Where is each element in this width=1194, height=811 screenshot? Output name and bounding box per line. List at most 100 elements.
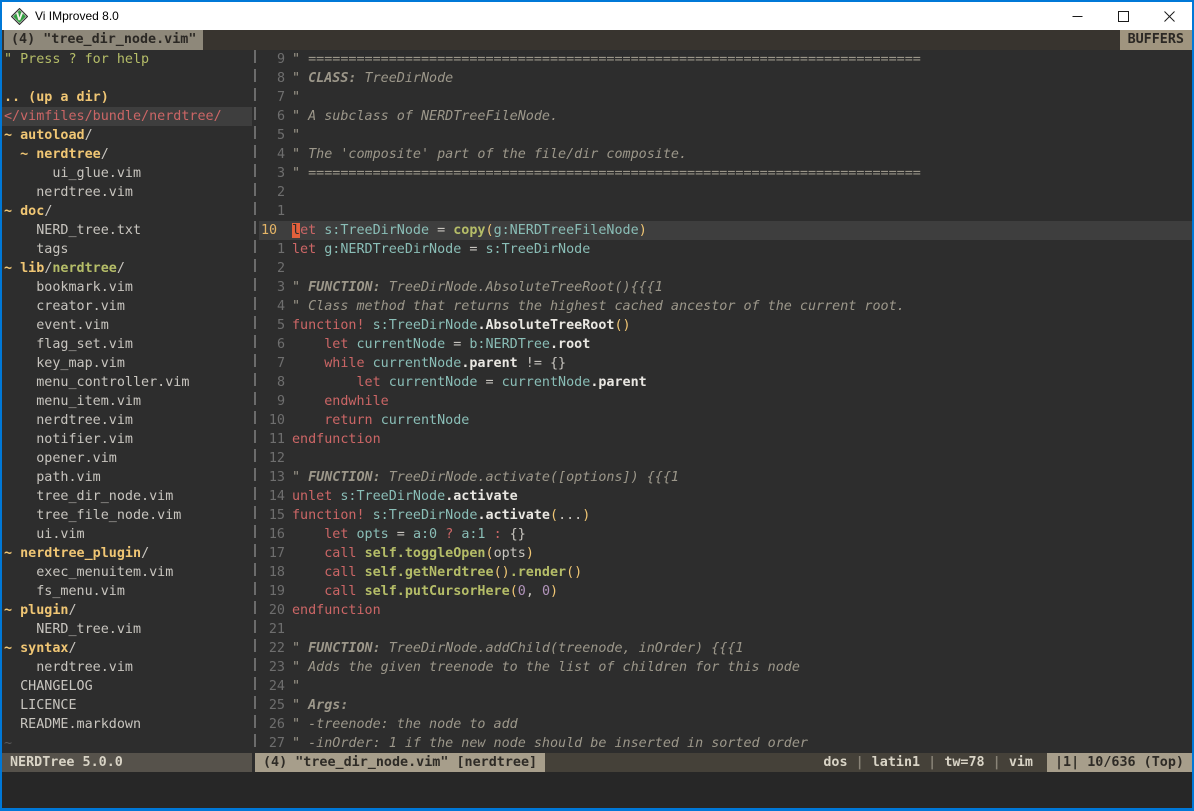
code-line[interactable]: 21: [259, 620, 1192, 639]
tree-item[interactable]: .. (up a dir): [2, 88, 252, 107]
tab-active-file[interactable]: (4) "tree_dir_node.vim": [4, 30, 203, 50]
tree-item[interactable]: LICENCE: [2, 696, 252, 715]
tree-root-item[interactable]: </vimfiles/bundle/nerdtree/: [2, 107, 252, 126]
code-line[interactable]: 2: [259, 183, 1192, 202]
code-line[interactable]: 5": [259, 126, 1192, 145]
code-line[interactable]: 10 return currentNode: [259, 411, 1192, 430]
text-segment-teal: currentNode: [381, 413, 470, 428]
code-line[interactable]: 9" =====================================…: [259, 50, 1192, 69]
window-separator[interactable]: [252, 50, 259, 753]
tree-item[interactable]: ~ syntax/: [2, 639, 252, 658]
tree-item[interactable]: event.vim: [2, 316, 252, 335]
tree-item[interactable]: tree_file_node.vim: [2, 506, 252, 525]
code-line[interactable]: 25" Args:: [259, 696, 1192, 715]
tree-item[interactable]: bookmark.vim: [2, 278, 252, 297]
code-line[interactable]: 4" The 'composite' part of the file/dir …: [259, 145, 1192, 164]
tree-item[interactable]: ~ nerdtree/: [2, 145, 252, 164]
tree-item[interactable]: fs_menu.vim: [2, 582, 252, 601]
code-line[interactable]: 6" A subclass of NERDTreeFileNode.: [259, 107, 1192, 126]
editor-pane[interactable]: 9" =====================================…: [259, 50, 1192, 753]
tree-item[interactable]: ~ doc/: [2, 202, 252, 221]
code-line[interactable]: 18 call self.getNerdtree().render(): [259, 563, 1192, 582]
code-line[interactable]: 6 let currentNode = b:NERDTree.root: [259, 335, 1192, 354]
code-line[interactable]: 3" =====================================…: [259, 164, 1192, 183]
maximize-button[interactable]: [1100, 2, 1146, 30]
line-number: 5: [259, 316, 285, 335]
tree-item[interactable]: tree_dir_node.vim: [2, 487, 252, 506]
code-line[interactable]: 13" FUNCTION: TreeDirNode.activate([opti…: [259, 468, 1192, 487]
code-line[interactable]: 14unlet s:TreeDirNode.activate: [259, 487, 1192, 506]
minimize-button[interactable]: [1054, 2, 1100, 30]
code-line[interactable]: 4" Class method that returns the highest…: [259, 297, 1192, 316]
code-line[interactable]: 20endfunction: [259, 601, 1192, 620]
code-line[interactable]: 8 let currentNode = currentNode.parent: [259, 373, 1192, 392]
tree-item[interactable]: nerdtree.vim: [2, 658, 252, 677]
code-line[interactable]: 11endfunction: [259, 430, 1192, 449]
code-line[interactable]: 23" Adds the given treenode to the list …: [259, 658, 1192, 677]
code-line[interactable]: 24": [259, 677, 1192, 696]
tree-item[interactable]: ui_glue.vim: [2, 164, 252, 183]
code-line[interactable]: 1let g:NERDTreeDirNode = s:TreeDirNode: [259, 240, 1192, 259]
code-line[interactable]: 26" -treenode: the node to add: [259, 715, 1192, 734]
line-number: 7: [259, 88, 285, 107]
code-line-current[interactable]: 10let s:TreeDirNode = copy(g:NERDTreeFil…: [259, 221, 1192, 240]
tree-item[interactable]: nerdtree.vim: [2, 411, 252, 430]
tree-item[interactable]: ~ lib/nerdtree/: [2, 259, 252, 278]
status-separator: |: [920, 755, 944, 770]
text-segment-pur: 0: [542, 584, 550, 599]
tree-item[interactable]: ~ plugin/: [2, 601, 252, 620]
code-line[interactable]: 27" -inOrder: 1 if the new node should b…: [259, 734, 1192, 753]
code-line[interactable]: 7": [259, 88, 1192, 107]
tree-item[interactable]: opener.vim: [2, 449, 252, 468]
status-item: dos: [823, 755, 847, 770]
tree-item[interactable]: flag_set.vim: [2, 335, 252, 354]
code-line[interactable]: 7 while currentNode.parent != {}: [259, 354, 1192, 373]
code-line[interactable]: 5function! s:TreeDirNode.AbsoluteTreeRoo…: [259, 316, 1192, 335]
text-segment-fg: [292, 375, 357, 390]
code-line[interactable]: 12: [259, 449, 1192, 468]
code-line[interactable]: 1: [259, 202, 1192, 221]
code-line[interactable]: 22" FUNCTION: TreeDirNode.addChild(treen…: [259, 639, 1192, 658]
tree-item[interactable]: tags: [2, 240, 252, 259]
text-segment-fg: /: [117, 261, 125, 276]
tab-bar: (4) "tree_dir_node.vim" BUFFERS: [2, 30, 1192, 50]
code-line[interactable]: 3" FUNCTION: TreeDirNode.AbsoluteTreeRoo…: [259, 278, 1192, 297]
buffers-tab[interactable]: BUFFERS: [1120, 30, 1192, 50]
line-number: 5: [259, 126, 285, 145]
tree-item[interactable]: NERD_tree.txt: [2, 221, 252, 240]
tree-item[interactable]: creator.vim: [2, 297, 252, 316]
tree-item[interactable]: ~ autoload/: [2, 126, 252, 145]
code-line[interactable]: 8" CLASS: TreeDirNode: [259, 69, 1192, 88]
tree-item[interactable]: nerdtree.vim: [2, 183, 252, 202]
tree-item[interactable]: README.markdown: [2, 715, 252, 734]
tree-item[interactable]: ~ nerdtree_plugin/: [2, 544, 252, 563]
code-line[interactable]: 2: [259, 259, 1192, 278]
tree-item[interactable]: NERD_tree.vim: [2, 620, 252, 639]
code-line[interactable]: 16 let opts = a:0 ? a:1 : {}: [259, 525, 1192, 544]
tree-item[interactable]: exec_menuitem.vim: [2, 563, 252, 582]
window-controls: [1054, 2, 1192, 30]
text-segment-fg: tree_dir_node.vim: [4, 489, 173, 504]
tree-item[interactable]: ~: [2, 734, 252, 753]
code-line[interactable]: 15function! s:TreeDirNode.activate(...): [259, 506, 1192, 525]
tree-item[interactable]: key_map.vim: [2, 354, 252, 373]
line-number: 19: [259, 582, 285, 601]
code-line[interactable]: 17 call self.toggleOpen(opts): [259, 544, 1192, 563]
text-segment-cm: " -inOrder: 1 if the new node should be …: [292, 736, 808, 751]
tree-item[interactable]: menu_item.vim: [2, 392, 252, 411]
code-line[interactable]: 19 call self.putCursorHere(0, 0): [259, 582, 1192, 601]
line-text: [292, 183, 1192, 202]
tree-item[interactable]: CHANGELOG: [2, 677, 252, 696]
tree-item[interactable]: path.vim: [2, 468, 252, 487]
tree-item[interactable]: ui.vim: [2, 525, 252, 544]
line-text: endfunction: [292, 430, 1192, 449]
text-segment-dirb: ~ doc: [4, 204, 44, 219]
line-text: [292, 620, 1192, 639]
tree-item[interactable]: notifier.vim: [2, 430, 252, 449]
tree-item[interactable]: menu_controller.vim: [2, 373, 252, 392]
code-line[interactable]: 9 endwhile: [259, 392, 1192, 411]
close-button[interactable]: [1146, 2, 1192, 30]
line-text: " ======================================…: [292, 164, 1192, 183]
tree-item[interactable]: " Press ? for help: [2, 50, 252, 69]
text-segment-cm: " The 'composite' part of the file/dir c…: [292, 147, 687, 162]
